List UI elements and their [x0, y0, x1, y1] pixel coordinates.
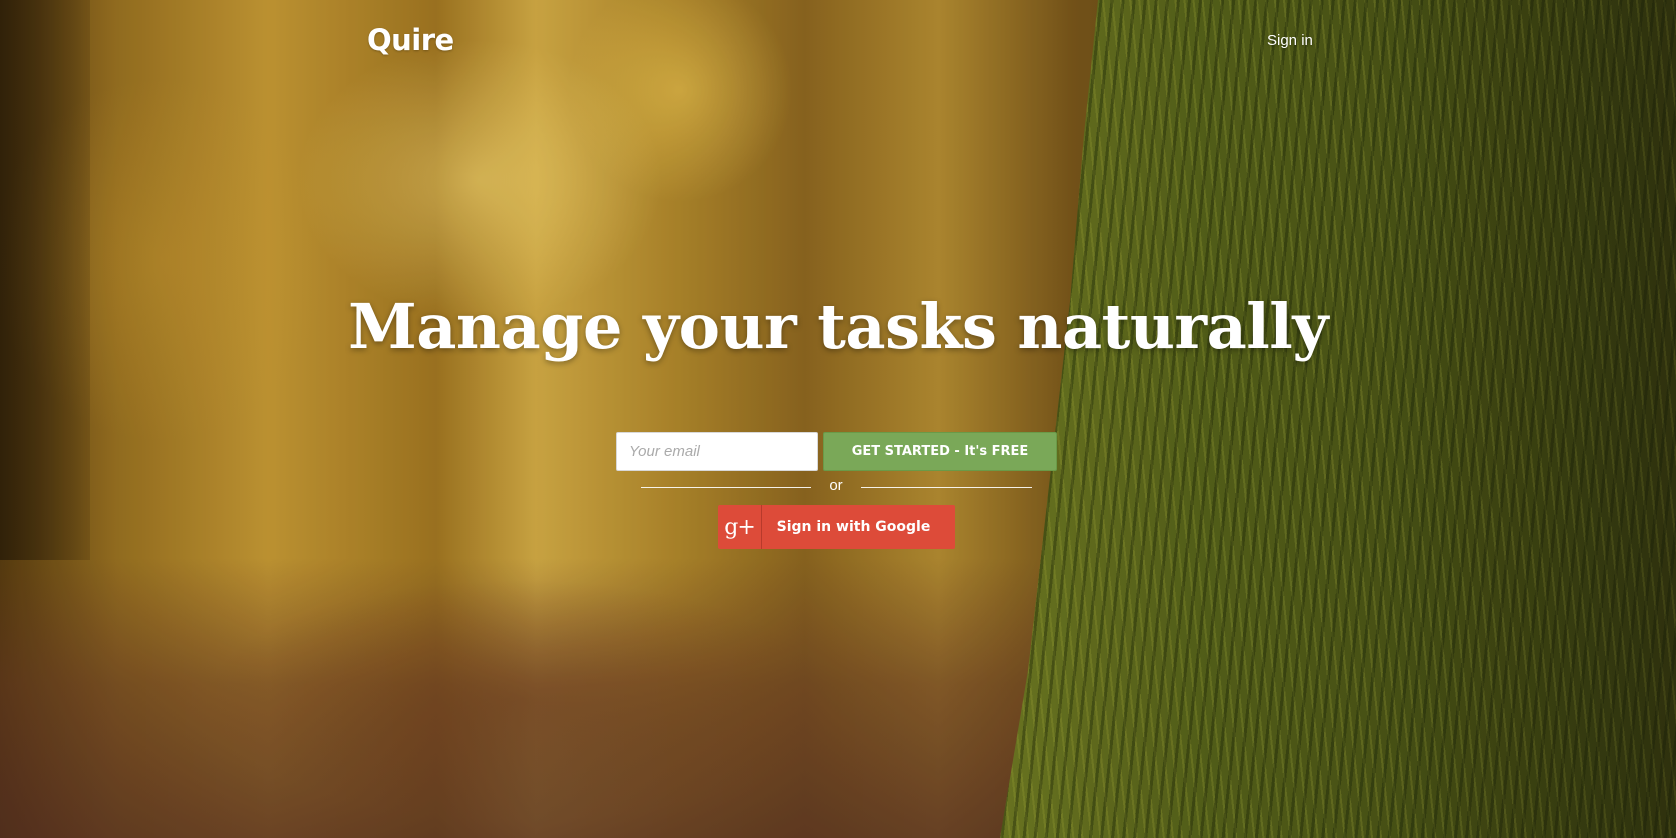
- divider-right: [861, 487, 1032, 488]
- email-input[interactable]: [616, 432, 818, 471]
- landing-page: Quire Sign in Manage your tasks naturall…: [0, 0, 1676, 838]
- get-started-button[interactable]: GET STARTED - It's FREE: [823, 432, 1057, 471]
- google-plus-icon: g+: [718, 505, 762, 549]
- hero-headline: Manage your tasks naturally: [348, 290, 1328, 363]
- background-overlay: [0, 0, 1676, 838]
- google-sign-in-button[interactable]: g+ Sign in with Google: [718, 505, 955, 549]
- divider-left: [641, 487, 811, 488]
- or-separator: or: [829, 477, 843, 494]
- google-sign-in-label: Sign in with Google: [776, 519, 931, 535]
- sign-in-link[interactable]: Sign in: [1267, 32, 1313, 49]
- quire-logo[interactable]: Quire: [367, 23, 454, 57]
